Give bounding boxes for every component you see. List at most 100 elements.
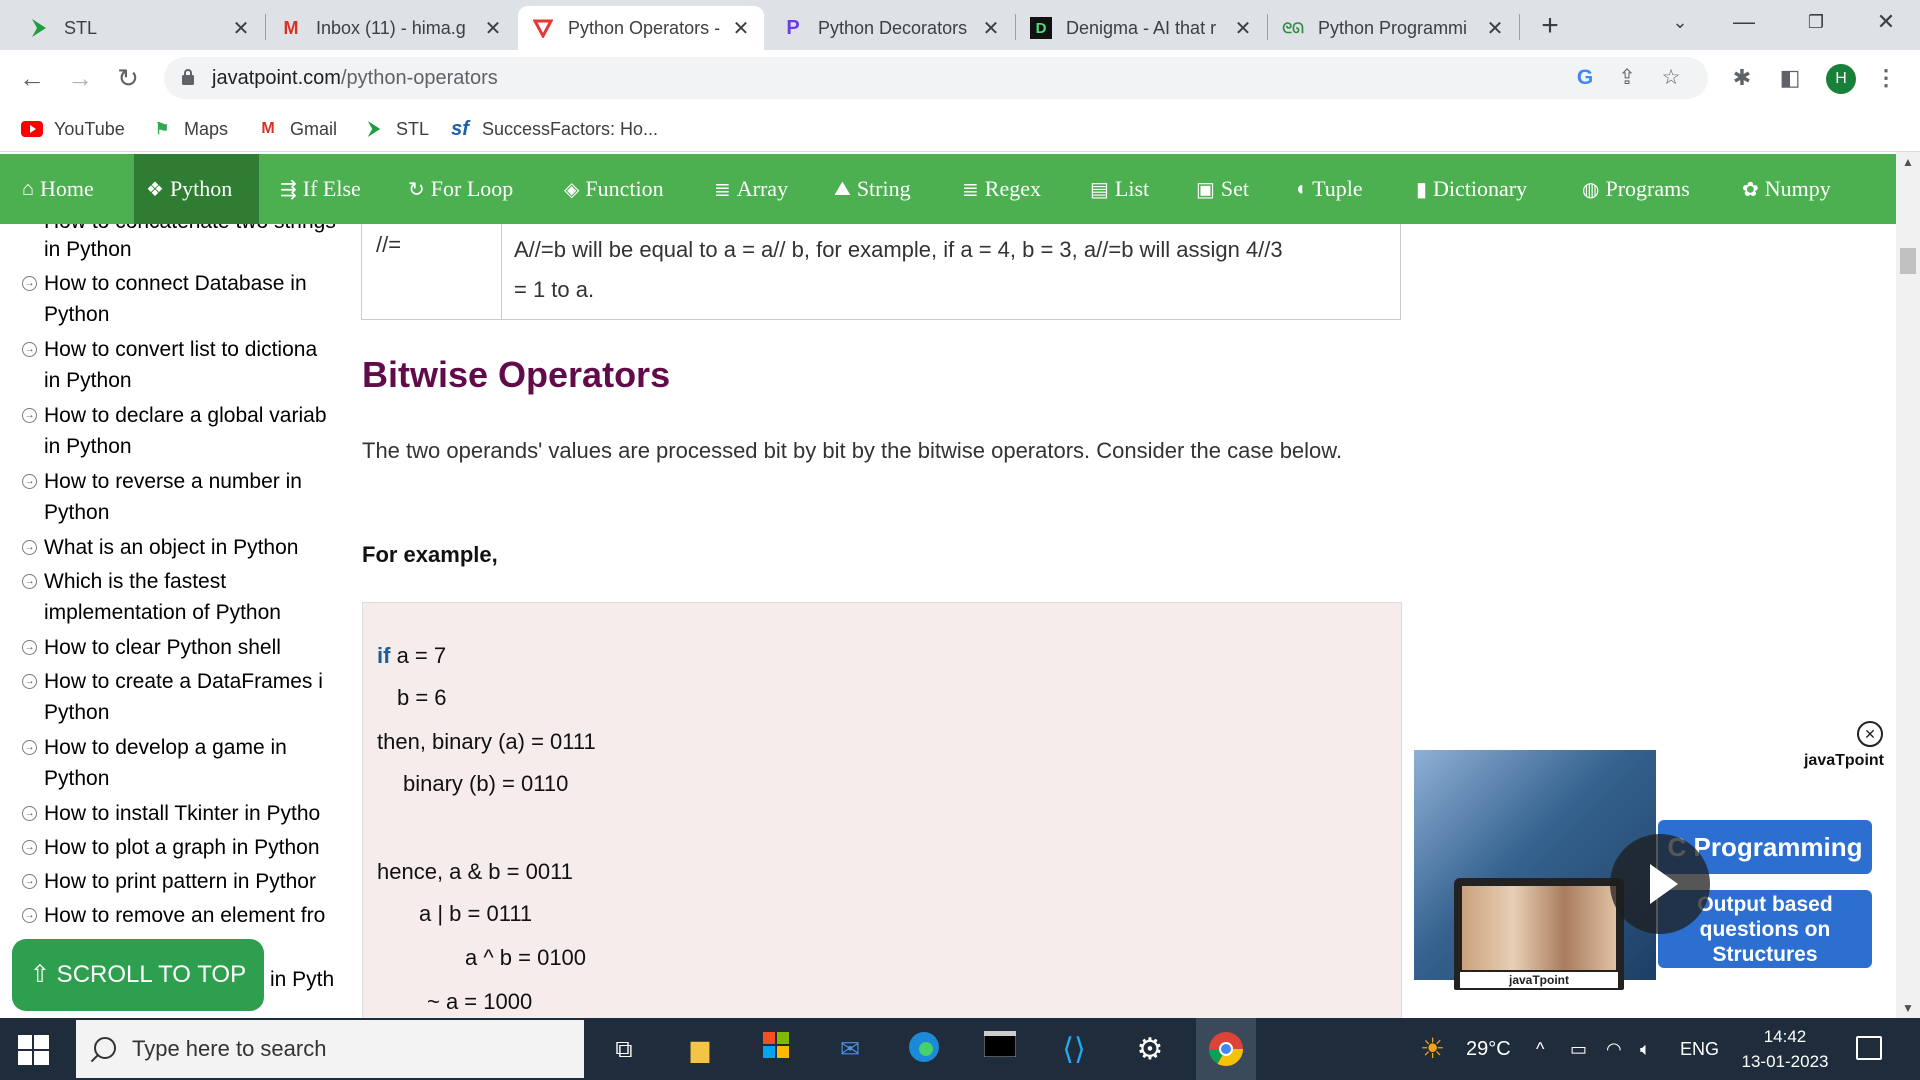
web-page: ⌂ Home ❖ Python ⇶ If Else ↻ For Loop ◈ Functi… — [0, 152, 1920, 1018]
scroll-to-top-button[interactable]: ⇧ SCROLL TO TOP — [12, 939, 264, 1011]
sidebar-item-line2: Python — [44, 501, 110, 524]
nav-numpy[interactable]: ✿ Numpy — [1730, 154, 1843, 224]
nav-home[interactable]: ⌂ Home — [10, 154, 106, 224]
sidebar-item[interactable]: → How to plot a graph in Python — [22, 832, 338, 863]
reload-button[interactable]: ↻ — [110, 60, 146, 96]
windows-start-icon[interactable] — [18, 1034, 50, 1066]
edge-icon[interactable] — [904, 1030, 944, 1070]
omnibox[interactable]: javatpoint.com/python-operators G ⇪ ☆ — [164, 57, 1708, 99]
bookmark-star-icon[interactable]: ☆ — [1658, 65, 1684, 91]
sidebar-item[interactable]: → What is an object in Python — [22, 532, 338, 563]
mail-icon[interactable]: ✉ — [830, 1030, 870, 1070]
terminal-icon[interactable] — [980, 1030, 1020, 1070]
extensions-icon[interactable]: ✱ — [1728, 64, 1756, 92]
profile-avatar[interactable]: H — [1826, 64, 1856, 94]
weather-icon[interactable]: ☀ — [1420, 1018, 1445, 1080]
microsoft-store-icon[interactable] — [756, 1030, 796, 1070]
notification-icon[interactable] — [1856, 1036, 1882, 1060]
sidebar-item-partial-line2[interactable]: in Python — [44, 234, 132, 265]
sidebar: How to concatenate two strings in Python… — [0, 224, 338, 1018]
sidebar-item[interactable]: → How to clear Python shell — [22, 632, 338, 663]
vscode-icon[interactable]: ⟨⟩ — [1054, 1030, 1094, 1070]
sidebar-item[interactable]: → How to remove an element fro — [22, 900, 338, 931]
nav-label: Regex — [984, 176, 1041, 201]
show-hidden-icons-chevron[interactable]: ^ — [1536, 1018, 1544, 1080]
nav-tuple[interactable]: ◖ Tuple — [1282, 154, 1375, 224]
share-icon[interactable]: ⇪ — [1614, 65, 1640, 91]
close-icon[interactable]: ✕ — [1484, 16, 1506, 41]
tab-denigma[interactable]: D Denigma - AI that r ✕ — [1016, 6, 1266, 50]
sidebar-item[interactable]: → How to connect Database in Python — [22, 268, 338, 330]
tab-python-decorators[interactable]: P Python Decorators ✕ — [768, 6, 1014, 50]
bookmark-successfactors[interactable]: sf SuccessFactors: Ho... — [448, 114, 658, 144]
video-ad[interactable]: javaTpoint C Programming Output based qu… — [1414, 750, 1892, 1006]
scroll-down-arrow-icon[interactable]: ▼ — [1896, 998, 1920, 1018]
nav-programs[interactable]: ◍ Programs — [1570, 154, 1702, 224]
back-button[interactable]: ← — [14, 60, 50, 96]
nav-for-loop[interactable]: ↻ For Loop — [396, 154, 525, 224]
geeks-icon: ᘓᘏ — [1282, 19, 1304, 36]
restore-button[interactable]: ❐ — [1784, 0, 1848, 44]
tab-python-programming[interactable]: ᘓᘏ Python Programmi ✕ — [1268, 6, 1518, 50]
scrollbar-thumb[interactable] — [1900, 248, 1916, 274]
google-translate-icon[interactable]: G — [1572, 65, 1598, 91]
nav-if-else[interactable]: ⇶ If Else — [268, 154, 373, 224]
sidebar-item[interactable]: → How to declare a global variab in Python — [22, 400, 338, 462]
language-indicator[interactable]: ENG — [1680, 1018, 1719, 1080]
nav-array[interactable]: ≣ Array — [702, 154, 800, 224]
settings-gear-icon[interactable]: ⚙ — [1130, 1030, 1170, 1070]
nav-string[interactable]: ⛰ String — [822, 154, 923, 224]
clock[interactable]: 14:42 13-01-2023 — [1730, 1024, 1840, 1074]
bookmark-gmail[interactable]: M Gmail — [256, 114, 337, 144]
nav-dictionary[interactable]: ▮ Dictionary — [1404, 154, 1539, 224]
play-icon[interactable] — [1610, 834, 1710, 934]
code-text: a = 7 — [390, 643, 447, 668]
menu-kebab-icon[interactable]: ⋮ — [1872, 64, 1900, 92]
side-panel-icon[interactable]: ◧ — [1776, 64, 1804, 92]
tab-stl[interactable]: STL ✕ — [14, 6, 264, 50]
sidebar-item[interactable]: → How to convert list to dictiona in Pytho… — [22, 334, 338, 396]
nav-set[interactable]: ▣ Set — [1184, 154, 1261, 224]
wifi-icon[interactable]: ◠ — [1606, 1018, 1622, 1080]
circle-arrow-icon: → — [22, 342, 37, 357]
sidebar-item-partial[interactable]: in Pyth — [270, 964, 334, 995]
forward-button[interactable]: → — [62, 60, 98, 96]
taskbar-search-input[interactable]: Type here to search — [76, 1020, 584, 1078]
tab-python-operators[interactable]: Python Operators - ✕ — [518, 6, 764, 50]
close-icon[interactable]: ✕ — [730, 16, 752, 41]
close-window-button[interactable]: ✕ — [1854, 0, 1918, 44]
nav-regex[interactable]: ≣ Regex — [950, 154, 1053, 224]
close-icon[interactable]: ✕ — [1232, 16, 1254, 41]
sidebar-item[interactable]: → How to reverse a number in Python — [22, 466, 338, 528]
sidebar-item[interactable]: → Which is the fastest implementation of P… — [22, 566, 338, 628]
temperature[interactable]: 29°C — [1466, 1018, 1511, 1080]
sidebar-item-line2: Python — [44, 303, 110, 326]
bookmark-stl[interactable]: STL — [362, 114, 429, 144]
new-tab-button[interactable]: + — [1530, 6, 1570, 46]
bookmark-maps[interactable]: ⚑ Maps — [150, 114, 228, 144]
close-icon[interactable]: ✕ — [980, 16, 1002, 41]
sidebar-item[interactable]: → How to install Tkinter in Pytho — [22, 798, 338, 829]
tab-search-chevron-icon[interactable]: ⌄ — [1648, 0, 1712, 44]
code-keyword: if — [377, 643, 391, 668]
tab-gmail[interactable]: M Inbox (11) - hima.g ✕ — [266, 6, 516, 50]
chrome-icon[interactable] — [1196, 1018, 1256, 1080]
volume-icon[interactable]: 🔈︎ — [1640, 1018, 1651, 1080]
nav-python[interactable]: ❖ Python — [134, 154, 259, 224]
sidebar-item[interactable]: → How to create a DataFrames i Python — [22, 666, 338, 728]
close-icon[interactable]: ✕ — [482, 16, 504, 41]
sidebar-item[interactable]: → How to develop a game in Python — [22, 732, 338, 794]
battery-icon[interactable]: ▭ — [1570, 1018, 1587, 1080]
page-scrollbar[interactable]: ▲ ▼ — [1896, 152, 1920, 1018]
nav-list[interactable]: ▤ List — [1078, 154, 1161, 224]
close-icon[interactable]: ✕ — [230, 16, 252, 41]
file-explorer-icon[interactable]: ▆ — [680, 1030, 720, 1070]
sidebar-item[interactable]: → How to print pattern in Pythor — [22, 866, 338, 897]
minimize-button[interactable]: — — [1712, 0, 1776, 44]
task-view-icon[interactable]: ⧉ — [604, 1030, 644, 1070]
code-line: if a = 7 — [377, 643, 446, 669]
nav-function[interactable]: ◈ Function — [552, 154, 676, 224]
ad-close-icon[interactable]: ✕ — [1857, 721, 1883, 747]
bookmark-youtube[interactable]: YouTube — [20, 114, 125, 144]
scroll-up-arrow-icon[interactable]: ▲ — [1896, 152, 1920, 172]
